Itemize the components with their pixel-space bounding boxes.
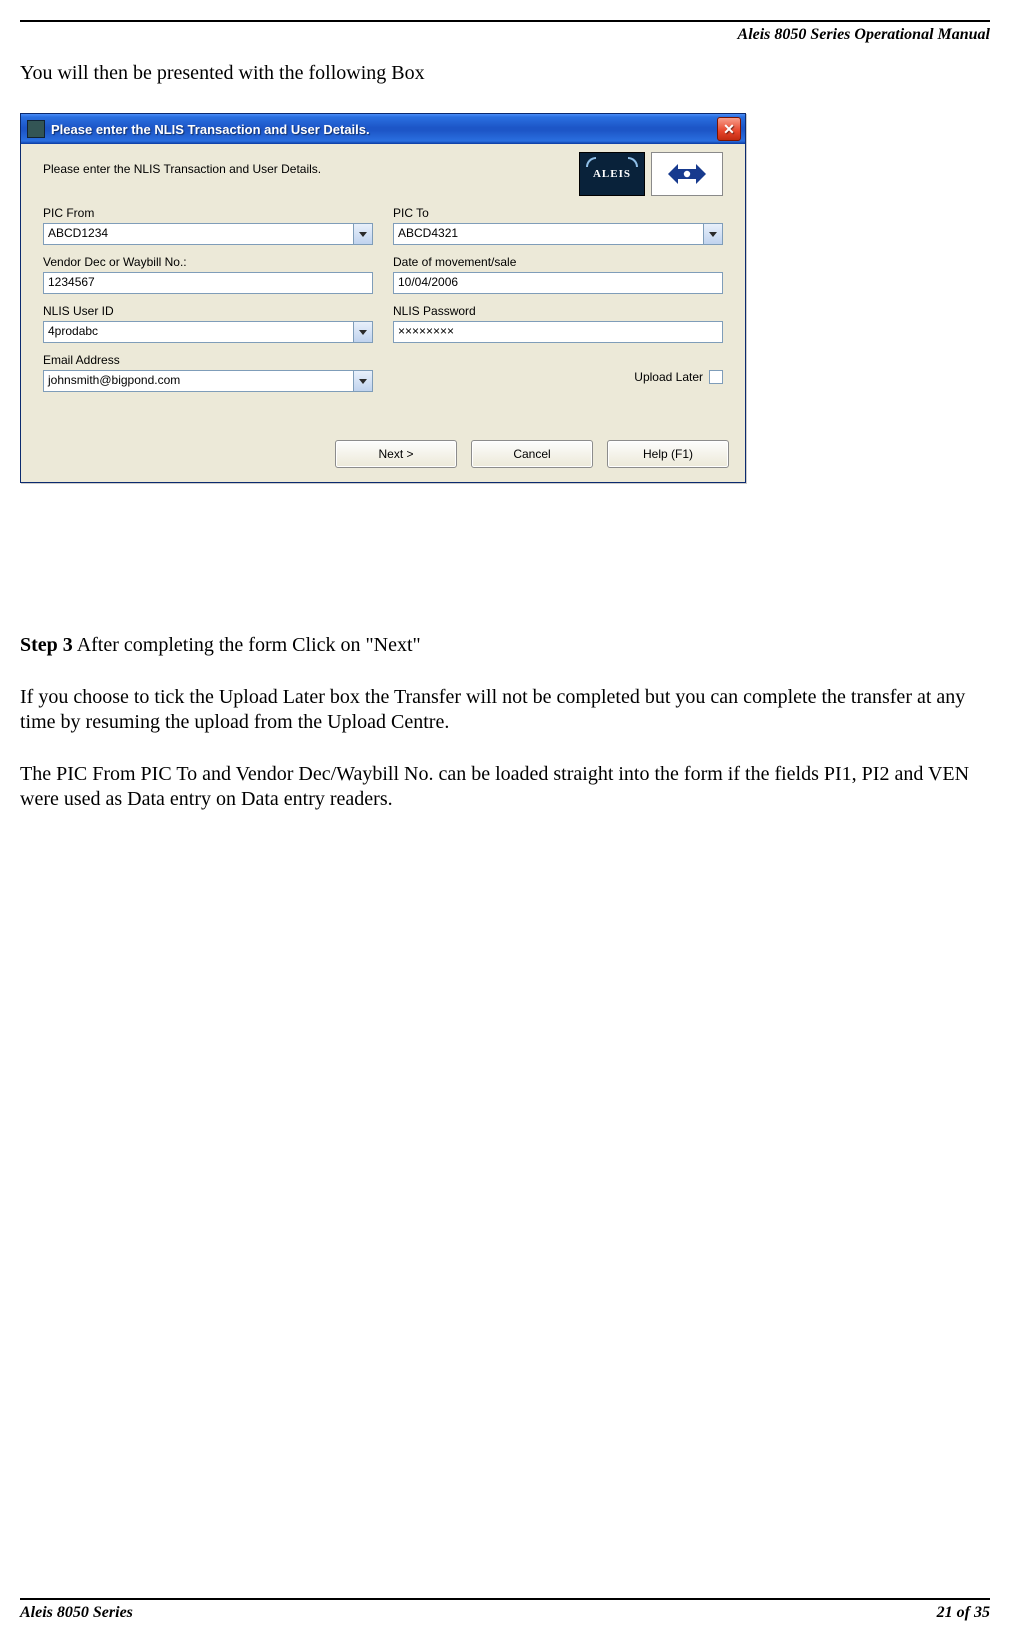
label-pic-from: PIC From	[43, 206, 373, 220]
upload-later-paragraph: If you choose to tick the Upload Later b…	[20, 685, 990, 736]
input-nlis-user[interactable]: 4prodabc	[43, 321, 373, 343]
input-nlis-pass[interactable]: ××××××××	[393, 321, 723, 343]
footer-rule	[20, 1598, 990, 1600]
logo-group: ALEIS	[579, 152, 723, 196]
step3-paragraph: Step 3 After completing the form Click o…	[20, 633, 990, 659]
field-move-date: Date of movement/sale 10/04/2006	[393, 255, 723, 294]
dialog-titlebar: Please enter the NLIS Transaction and Us…	[21, 114, 745, 144]
running-title: Aleis 8050 Series Operational Manual	[738, 26, 990, 44]
label-email: Email Address	[43, 353, 373, 367]
aleis-logo: ALEIS	[579, 152, 645, 196]
close-icon: ✕	[723, 122, 735, 136]
footer-right: 21 of 35	[937, 1604, 990, 1622]
value-waybill: 1234567	[44, 273, 372, 293]
label-nlis-pass: NLIS Password	[393, 304, 723, 318]
label-move-date: Date of movement/sale	[393, 255, 723, 269]
value-email: johnsmith@bigpond.com	[44, 371, 353, 391]
label-pic-to: PIC To	[393, 206, 723, 220]
close-button[interactable]: ✕	[717, 117, 741, 141]
step3-label: Step 3	[20, 634, 73, 656]
intro-text: You will then be presented with the foll…	[20, 62, 990, 85]
value-nlis-user: 4prodabc	[44, 322, 353, 342]
value-pic-from: ABCD1234	[44, 224, 353, 244]
field-pic-to: PIC To ABCD4321	[393, 206, 723, 245]
field-email: Email Address johnsmith@bigpond.com	[43, 353, 373, 392]
input-email[interactable]: johnsmith@bigpond.com	[43, 370, 373, 392]
upload-later-checkbox[interactable]	[709, 370, 723, 384]
dialog-title: Please enter the NLIS Transaction and Us…	[51, 122, 717, 137]
app-icon	[27, 120, 45, 138]
label-nlis-user: NLIS User ID	[43, 304, 373, 318]
field-nlis-user: NLIS User ID 4prodabc	[43, 304, 373, 343]
value-nlis-pass: ××××××××	[394, 322, 722, 342]
label-waybill: Vendor Dec or Waybill No.:	[43, 255, 373, 269]
upload-later-row: Upload Later	[393, 361, 723, 392]
next-button[interactable]: Next >	[335, 440, 457, 468]
input-waybill[interactable]: 1234567	[43, 272, 373, 294]
chevron-down-icon[interactable]	[353, 322, 372, 342]
nlis-dialog: Please enter the NLIS Transaction and Us…	[20, 113, 746, 483]
id-logo	[651, 152, 723, 196]
input-pic-to[interactable]: ABCD4321	[393, 223, 723, 245]
upload-later-label: Upload Later	[634, 370, 703, 384]
chevron-down-icon[interactable]	[353, 224, 372, 244]
value-move-date: 10/04/2006	[394, 273, 722, 293]
help-button[interactable]: Help (F1)	[607, 440, 729, 468]
step3-rest: After completing the form Click on "Next…	[73, 634, 421, 656]
input-pic-from[interactable]: ABCD1234	[43, 223, 373, 245]
top-rule	[20, 20, 990, 22]
value-pic-to: ABCD4321	[394, 224, 703, 244]
footer-left: Aleis 8050 Series	[20, 1604, 133, 1622]
field-waybill: Vendor Dec or Waybill No.: 1234567	[43, 255, 373, 294]
chevron-down-icon[interactable]	[703, 224, 722, 244]
cancel-button[interactable]: Cancel	[471, 440, 593, 468]
input-move-date[interactable]: 10/04/2006	[393, 272, 723, 294]
field-nlis-pass: NLIS Password ××××××××	[393, 304, 723, 343]
pic-fields-paragraph: The PIC From PIC To and Vendor Dec/Waybi…	[20, 762, 990, 813]
chevron-down-icon[interactable]	[353, 371, 372, 391]
field-pic-from: PIC From ABCD1234	[43, 206, 373, 245]
